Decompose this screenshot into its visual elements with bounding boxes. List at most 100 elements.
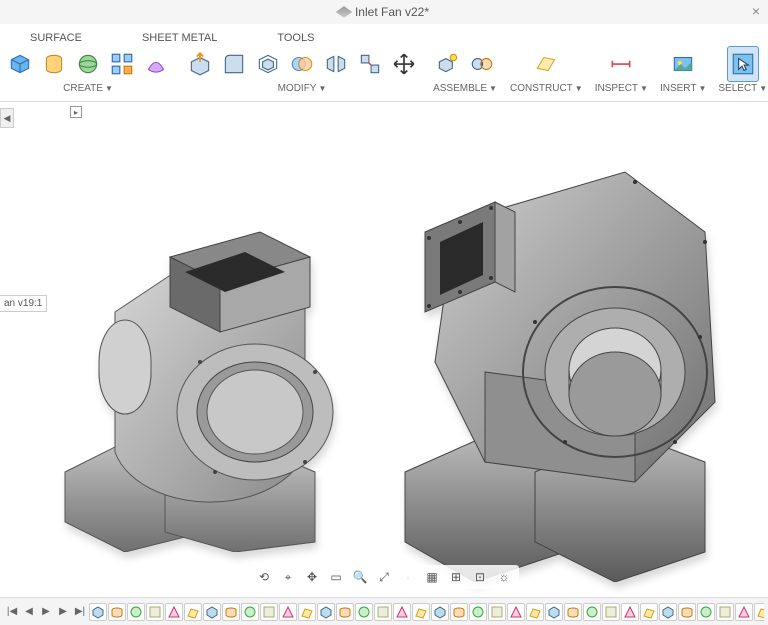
nav-display-button[interactable]: ▦ [423,568,441,586]
timeline-play-button[interactable]: ▶ [38,604,54,620]
tab-tools[interactable]: TOOLS [277,32,314,44]
timeline-feature[interactable] [450,603,468,621]
left-panel-toggle[interactable]: ◀ [0,108,14,128]
timeline-prev-button[interactable]: ◀ [21,604,37,620]
timeline-feature[interactable] [260,603,278,621]
timeline-feature[interactable] [583,603,601,621]
model-view [55,162,735,582]
nav-grid-button[interactable]: ⊞ [447,568,465,586]
navigation-bar: ⟲ ⌖ ✥ ▭ 🔍 ⤢ · ▦ ⊞ ⊡ ☼ [249,565,519,589]
modify-shell-button[interactable] [252,46,284,82]
timeline-feature[interactable] [298,603,316,621]
create-cylinder-button[interactable] [38,46,70,82]
timeline-feature[interactable] [659,603,677,621]
timeline-feature[interactable] [640,603,658,621]
modify-presspull-button[interactable] [184,46,216,82]
toolbar-label-modify[interactable]: MODIFY▼ [278,83,327,94]
toolbar-label-create[interactable]: CREATE▼ [63,83,113,94]
toolbar-group-insert: INSERT▼ [660,46,706,94]
toolbar-group-assemble: ASSEMBLE▼ [432,46,498,94]
toolbar-group-construct: CONSTRUCT▼ [510,46,583,94]
modify-split-button[interactable] [320,46,352,82]
timeline-feature[interactable] [222,603,240,621]
timeline-feature[interactable] [621,603,639,621]
toolbar-group-create: CREATE▼ [4,46,172,94]
assemble-component-button[interactable] [432,46,464,82]
modify-move-button[interactable] [388,46,420,82]
timeline-next-button[interactable]: ▶ [55,604,71,620]
modify-combine-button[interactable] [286,46,318,82]
ribbon-tabs: SURFACE SHEET METAL TOOLS [0,24,768,44]
timeline-feature[interactable] [507,603,525,621]
timeline-feature[interactable] [89,603,107,621]
timeline-feature[interactable] [108,603,126,621]
toolbar-group-modify: MODIFY▼ [184,46,420,94]
timeline-feature[interactable] [431,603,449,621]
timeline-feature[interactable] [336,603,354,621]
timeline-start-button[interactable]: |◀ [4,604,20,620]
timeline-feature[interactable] [412,603,430,621]
timeline-feature[interactable] [716,603,734,621]
timeline-feature[interactable] [184,603,202,621]
insert-decal-button[interactable] [667,46,699,82]
timeline-feature[interactable] [374,603,392,621]
timeline-feature[interactable] [545,603,563,621]
toolbar-label-select[interactable]: SELECT▼ [718,83,767,94]
document-title: Inlet Fan v22* [355,5,429,19]
nav-pan-button[interactable]: ✥ [303,568,321,586]
toolbar: CREATE▼ MODIFY▼ ASSEMBLE▼ CONSTRUCT▼ [0,44,768,102]
create-sphere-button[interactable] [72,46,104,82]
nav-effects-button[interactable]: ☼ [495,568,513,586]
nav-zoom-button[interactable]: 🔍 [351,568,369,586]
model-fan-right [365,142,745,582]
create-form-button[interactable] [140,46,172,82]
browser-item[interactable]: an v19:1 [0,295,47,312]
close-button[interactable]: × [752,3,760,19]
nav-look-button[interactable]: ⌖ [279,568,297,586]
timeline-feature[interactable] [393,603,411,621]
create-box-button[interactable] [4,46,36,82]
timeline-feature[interactable] [146,603,164,621]
assemble-joint-button[interactable] [466,46,498,82]
toolbar-label-assemble[interactable]: ASSEMBLE▼ [433,83,497,94]
timeline-feature[interactable] [127,603,145,621]
timeline-feature[interactable] [317,603,335,621]
app-cube-icon [336,6,353,18]
timeline: |◀ ◀ ▶ ▶ ▶| [0,597,768,625]
modify-fillet-button[interactable] [218,46,250,82]
timeline-feature[interactable] [678,603,696,621]
tab-surface[interactable]: SURFACE [30,32,82,44]
timeline-feature[interactable] [488,603,506,621]
timeline-feature[interactable] [735,603,753,621]
toolbar-group-select: SELECT▼ [718,46,767,94]
timeline-feature[interactable] [602,603,620,621]
tab-sheet-metal[interactable]: SHEET METAL [142,32,217,44]
timeline-feature[interactable] [526,603,544,621]
browser-collapse-icon[interactable]: ▸ [70,106,82,118]
toolbar-label-insert[interactable]: INSERT▼ [660,83,706,94]
toolbar-group-inspect: INSPECT▼ [595,46,648,94]
timeline-feature[interactable] [279,603,297,621]
toolbar-label-inspect[interactable]: INSPECT▼ [595,83,648,94]
modify-align-button[interactable] [354,46,386,82]
timeline-feature[interactable] [697,603,715,621]
timeline-feature[interactable] [355,603,373,621]
create-pattern-button[interactable] [106,46,138,82]
inspect-measure-button[interactable] [605,46,637,82]
select-arrow-button[interactable] [727,46,759,82]
nav-fit-button[interactable]: ⤢ [375,568,393,586]
title-bar: Inlet Fan v22* × [0,0,768,24]
nav-snap-button[interactable]: ⊡ [471,568,489,586]
timeline-end-button[interactable]: ▶| [72,604,88,620]
nav-zoom-window-button[interactable]: ▭ [327,568,345,586]
timeline-feature[interactable] [165,603,183,621]
timeline-feature[interactable] [469,603,487,621]
nav-orbit-button[interactable]: ⟲ [255,568,273,586]
timeline-feature[interactable] [754,603,764,621]
timeline-feature[interactable] [203,603,221,621]
construct-plane-button[interactable] [530,46,562,82]
timeline-feature[interactable] [564,603,582,621]
toolbar-label-construct[interactable]: CONSTRUCT▼ [510,83,583,94]
timeline-feature[interactable] [241,603,259,621]
viewport-canvas[interactable] [0,102,768,597]
